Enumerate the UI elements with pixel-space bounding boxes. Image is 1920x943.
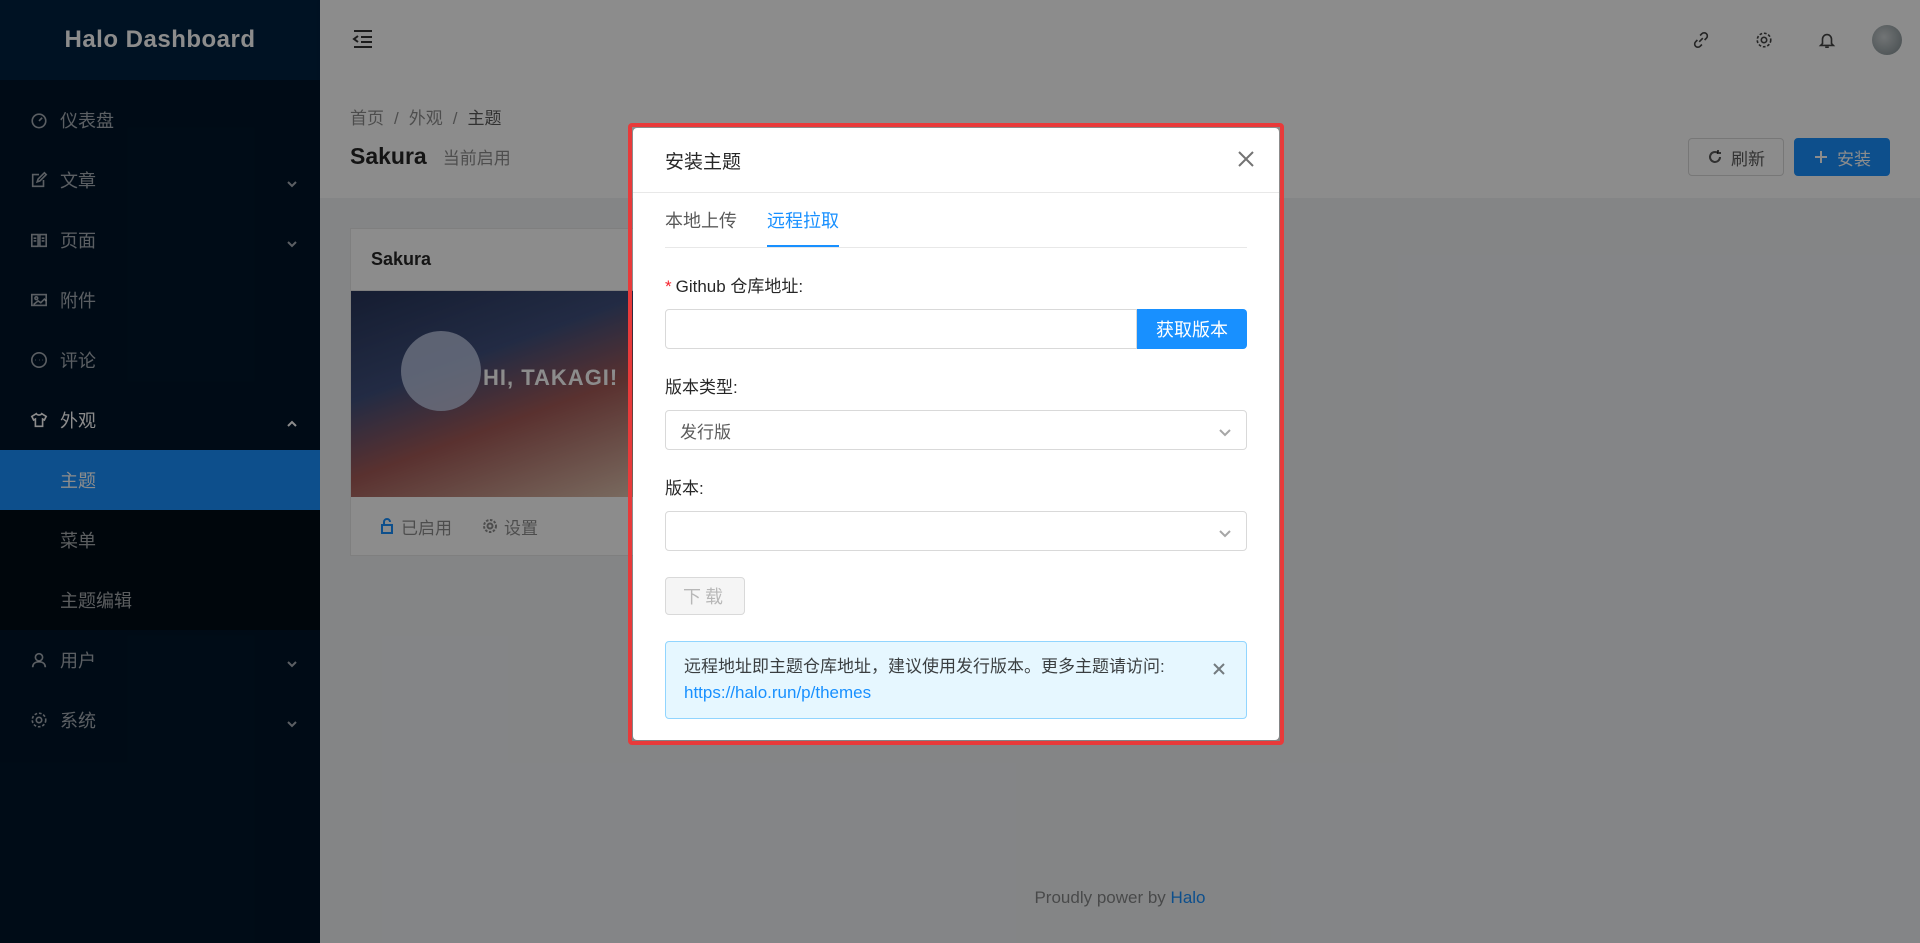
tab-remote-fetch[interactable]: 远程拉取	[767, 207, 839, 247]
version-type-value: 发行版	[680, 422, 731, 442]
chevron-down-icon	[1218, 525, 1232, 539]
chevron-down-icon	[1218, 424, 1232, 438]
version-label: 版本:	[665, 479, 704, 498]
modal-title: 安装主题	[633, 128, 1279, 193]
alert-text: 远程地址即主题仓库地址，建议使用发行版本。更多主题请访问:	[684, 657, 1165, 676]
install-tabs: 本地上传 远程拉取	[665, 193, 1247, 248]
repo-label: * Github 仓库地址:	[665, 277, 804, 296]
install-theme-modal: 安装主题 本地上传 远程拉取 * Github 仓库地址: 获取版本 版本类型: …	[633, 128, 1279, 740]
close-icon[interactable]	[1237, 150, 1257, 170]
version-type-label: 版本类型:	[665, 378, 738, 397]
tab-local-upload[interactable]: 本地上传	[665, 207, 737, 247]
fetch-versions-button[interactable]: 获取版本	[1137, 309, 1247, 349]
repo-input-group: 获取版本	[665, 309, 1247, 349]
info-alert: 远程地址即主题仓库地址，建议使用发行版本。更多主题请访问: https://ha…	[665, 641, 1247, 719]
themes-link[interactable]: https://halo.run/p/themes	[684, 683, 871, 702]
repo-url-input[interactable]	[665, 309, 1137, 349]
version-select[interactable]	[665, 511, 1247, 551]
download-button[interactable]: 下载	[665, 577, 745, 615]
close-icon[interactable]	[1212, 658, 1226, 675]
version-type-select[interactable]: 发行版	[665, 410, 1247, 450]
modal-body: 本地上传 远程拉取 * Github 仓库地址: 获取版本 版本类型: 发行版 版…	[633, 193, 1279, 719]
